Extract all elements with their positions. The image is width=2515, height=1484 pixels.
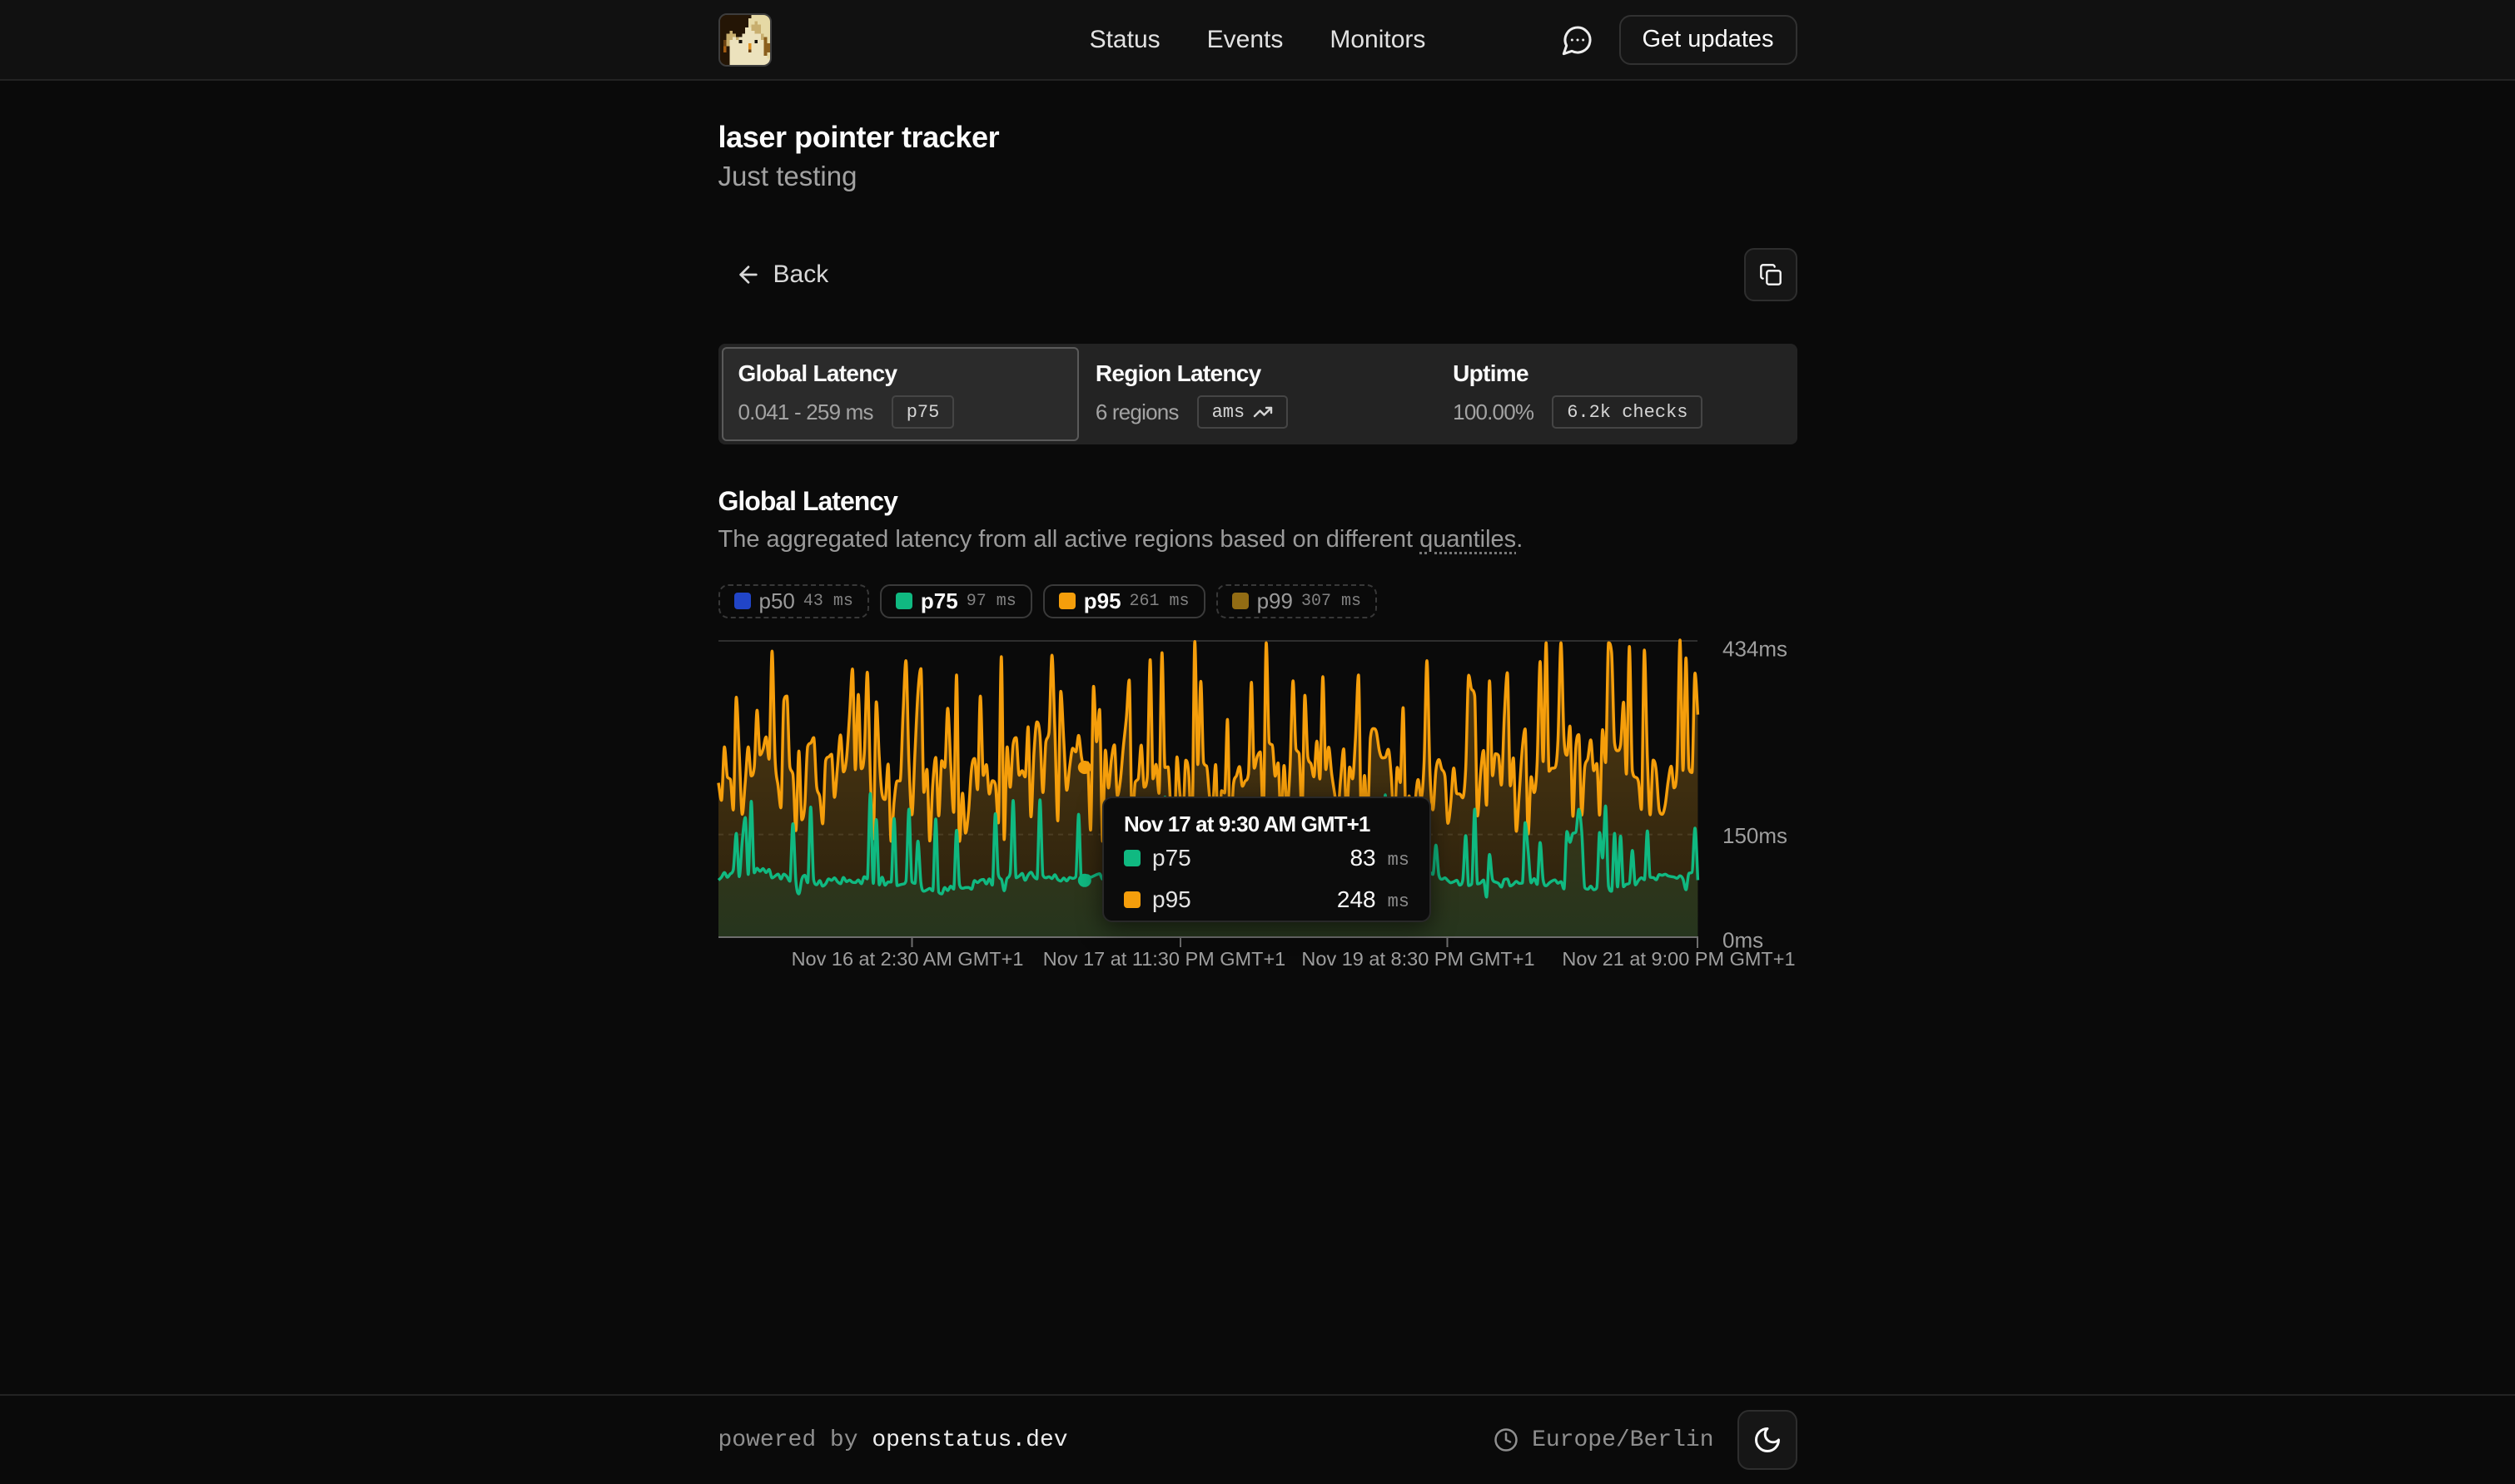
svg-text:Nov 21 at 9:00 PM GMT+1: Nov 21 at 9:00 PM GMT+1 <box>1562 948 1795 970</box>
svg-text:150ms: 150ms <box>1722 823 1787 848</box>
svg-text:434ms: 434ms <box>1722 636 1787 661</box>
svg-text:Nov 19 at 8:30 PM GMT+1: Nov 19 at 8:30 PM GMT+1 <box>1301 948 1534 970</box>
svg-text:Nov 17 at 11:30 PM GMT+1: Nov 17 at 11:30 PM GMT+1 <box>1042 948 1285 970</box>
svg-text:Nov 16 at 2:30 AM GMT+1: Nov 16 at 2:30 AM GMT+1 <box>791 948 1023 970</box>
